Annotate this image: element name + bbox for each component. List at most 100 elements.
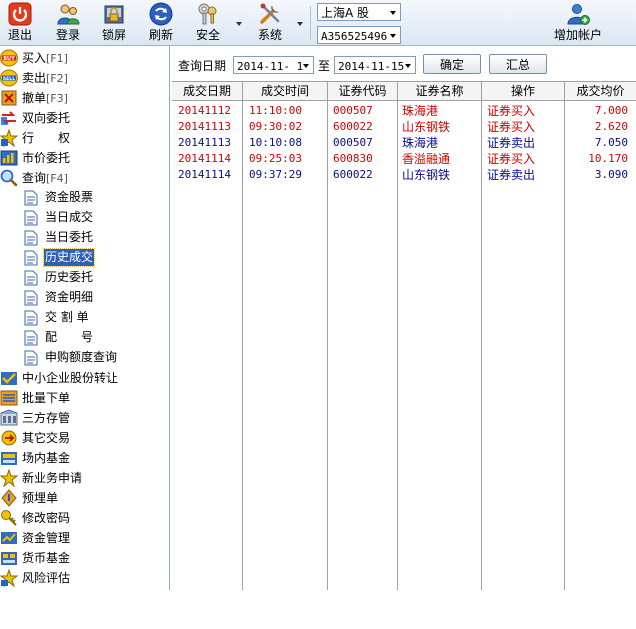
sidebar-subitem-delivery-slip[interactable]: 交 割 单	[0, 308, 169, 328]
sidebar-item-cancel[interactable]: 撤单[F3]	[0, 88, 169, 108]
sidebar-subitem-allotment-number[interactable]: 配 号	[0, 328, 169, 348]
cell-operation: 证券买入	[487, 104, 536, 118]
buy-icon: BUY	[0, 49, 18, 67]
login-label: 登录	[55, 28, 80, 42]
document-icon	[24, 250, 38, 266]
start-date-picker[interactable]: 2014-11- 1	[233, 56, 314, 74]
confirm-button[interactable]: 确定	[423, 54, 481, 74]
sidebar-item-risk-assessment[interactable]: 风险评估	[0, 568, 169, 588]
cell-deal-time: 09:25:03	[249, 152, 302, 165]
chevron-down-icon	[405, 64, 411, 68]
document-icon	[24, 290, 38, 306]
column-header-deal-time[interactable]: 成交时间	[243, 82, 328, 101]
sidebar-subitem-label: 历史委托	[45, 270, 94, 284]
password-key-icon	[1, 510, 17, 526]
new-business-icon	[0, 469, 18, 487]
system-tools-icon	[260, 3, 280, 24]
cell-security-name: 珠海港	[402, 136, 439, 150]
document-icon	[24, 350, 38, 366]
sidebar-subitem-funds-stocks[interactable]: 资金股票	[0, 188, 169, 208]
security-keys-icon	[198, 3, 217, 25]
summary-button[interactable]: 汇总	[489, 54, 547, 74]
sidebar-item-fund-management[interactable]: 资金管理	[0, 528, 169, 548]
cell-operation: 证券买入	[487, 152, 536, 166]
sidebar-subitem-today-orders[interactable]: 当日委托	[0, 228, 169, 248]
shortcut-key: [F3]	[46, 92, 68, 105]
sidebar-subitem-subscription-quota[interactable]: 申购额度查询	[0, 348, 169, 368]
cell-operation: 证券买入	[487, 120, 536, 134]
cell-security-code: 600022	[333, 120, 373, 133]
sidebar-item-batch-order[interactable]: 批量下单	[0, 388, 169, 408]
sidebar-item-buy[interactable]: BUY 买入[F1]	[0, 48, 169, 68]
sidebar-subitem-history-orders[interactable]: 历史委托	[0, 268, 169, 288]
account-select[interactable]: A356525496	[317, 26, 401, 44]
sidebar-item-exercise[interactable]: 行 权	[0, 128, 169, 148]
sidebar-item-label: 行 权	[22, 131, 71, 145]
document-icon	[24, 330, 38, 346]
cell-deal-date: 20141112	[178, 104, 231, 117]
sidebar-item-third-party[interactable]: 三方存管	[0, 408, 169, 428]
cell-security-name: 山东钢铁	[402, 120, 451, 134]
add-account-icon	[567, 4, 590, 25]
lock-screen-icon	[104, 5, 124, 24]
sidebar-item-money-fund[interactable]: 货币基金	[0, 548, 169, 568]
sidebar-item-preset-order[interactable]: 预埋单	[0, 488, 169, 508]
sidebar-item-other-trade[interactable]: 其它交易	[0, 428, 169, 448]
market-select[interactable]: 上海A 股	[317, 3, 401, 21]
start-date-value: 2014-11- 1	[237, 60, 304, 73]
column-divider	[397, 101, 398, 591]
cell-security-name: 珠海港	[402, 104, 439, 118]
system-dropdown-arrow[interactable]	[297, 22, 303, 26]
column-header-security-name[interactable]: 证券名称	[398, 82, 482, 101]
cell-deal-time: 10:10:08	[249, 136, 302, 149]
sidebar-subitem-label: 资金股票	[45, 190, 94, 204]
svg-text:SELL: SELL	[3, 76, 15, 82]
column-header-avg-price[interactable]: 成交均价	[565, 82, 636, 101]
shortcut-key: [F2]	[46, 72, 68, 85]
svg-text:BUY: BUY	[3, 56, 15, 62]
refresh-label: 刷新	[148, 28, 173, 42]
chevron-down-icon	[390, 34, 396, 38]
refresh-button[interactable]: 刷新	[143, 0, 179, 45]
lock-screen-label: 锁屏	[101, 28, 126, 42]
fund-management-icon	[1, 532, 17, 544]
sidebar-item-sme-transfer[interactable]: 中小企业股份转让	[0, 368, 169, 388]
lock-screen-button[interactable]: 锁屏	[96, 0, 132, 45]
column-header-deal-date[interactable]: 成交日期	[172, 82, 243, 101]
sidebar-item-change-password[interactable]: 修改密码	[0, 508, 169, 528]
column-header-operation[interactable]: 操作	[482, 82, 565, 101]
chevron-down-icon	[303, 64, 309, 68]
bottom-blank-area	[0, 590, 636, 629]
sidebar-item-two-way[interactable]: 双向委托	[0, 108, 169, 128]
sidebar-item-exchange-fund[interactable]: 场内基金	[0, 448, 169, 468]
sidebar-item-label: 货币基金	[22, 551, 71, 565]
sidebar-item-sell[interactable]: SELL 卖出[F2]	[0, 68, 169, 88]
cell-avg-price: 3.090	[594, 168, 628, 181]
cell-deal-time: 09:30:02	[249, 120, 302, 133]
sidebar-subitem-label: 配 号	[45, 330, 94, 344]
history-deals-table[interactable]: 成交日期 成交时间 证券代码 证券名称 操作 成交均价 20141112 11:…	[172, 81, 636, 591]
add-account-button[interactable]: 增加帐户	[548, 0, 608, 45]
sidebar-subitem-today-deals[interactable]: 当日成交	[0, 208, 169, 228]
cell-security-code: 000507	[333, 136, 373, 149]
system-label: 系统	[257, 28, 282, 42]
sidebar-subitem-history-deals[interactable]: 历史成交	[0, 248, 169, 268]
exit-button[interactable]: 退出	[2, 0, 38, 45]
cell-avg-price: 7.050	[594, 136, 628, 149]
sidebar-subitem-fund-details[interactable]: 资金明细	[0, 288, 169, 308]
sidebar-item-label: 新业务申请	[22, 471, 83, 485]
login-button[interactable]: 登录	[50, 0, 86, 45]
sidebar-item-market-order[interactable]: 市价委托	[0, 148, 169, 168]
sidebar-item-new-business[interactable]: 新业务申请	[0, 468, 169, 488]
query-filter-bar: 查询日期 2014-11- 1 至 2014-11-15 确定 汇总	[172, 46, 636, 80]
cell-security-name: 香溢融通	[402, 152, 451, 166]
sidebar-item-query[interactable]: 查询[F4]	[0, 168, 169, 188]
security-dropdown-arrow[interactable]	[236, 22, 242, 26]
end-date-picker[interactable]: 2014-11-15	[334, 56, 416, 74]
security-button[interactable]: 安全	[190, 0, 226, 45]
shortcut-key: [F4]	[46, 172, 68, 185]
column-header-security-code[interactable]: 证券代码	[328, 82, 398, 101]
system-button[interactable]: 系统	[252, 0, 288, 45]
login-icon	[57, 4, 80, 25]
cell-deal-time: 09:37:29	[249, 168, 302, 181]
